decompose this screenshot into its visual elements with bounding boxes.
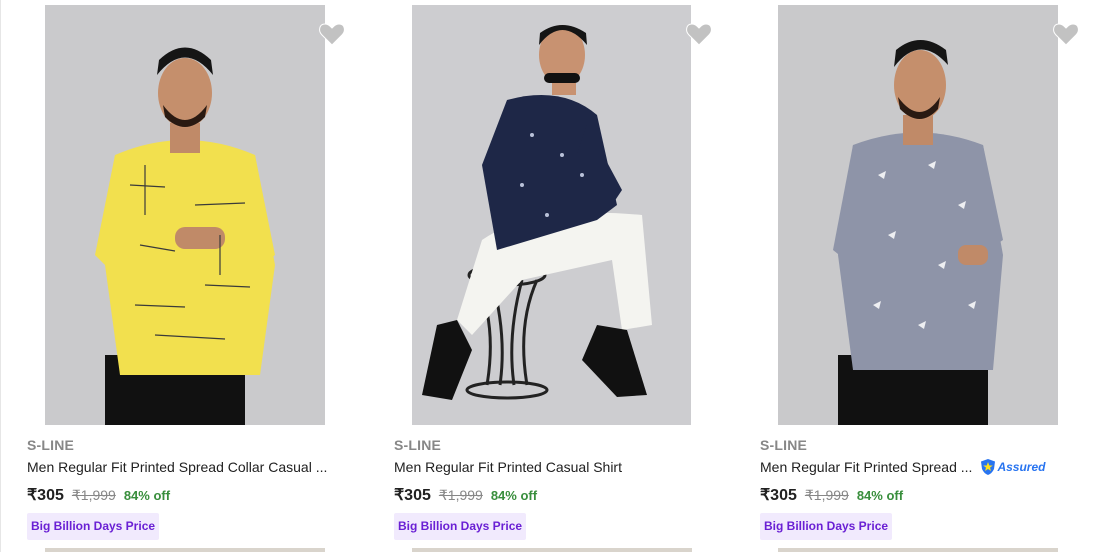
next-row-image-edge — [45, 548, 325, 552]
product-title[interactable]: Men Regular Fit Printed Spread ... — [760, 459, 972, 475]
wishlist-heart-icon[interactable] — [318, 20, 346, 48]
product-image[interactable] — [45, 5, 325, 425]
product-brand: S-LINE — [760, 437, 808, 453]
product-price: ₹305 — [394, 487, 431, 504]
assured-badge: Assured — [980, 458, 1045, 476]
product-title[interactable]: Men Regular Fit Printed Spread Collar Ca… — [27, 459, 327, 475]
assured-label: Assured — [997, 460, 1046, 474]
wishlist-heart-icon[interactable] — [1052, 20, 1080, 48]
next-row-image-edge — [412, 548, 692, 552]
product-price: ₹305 — [760, 487, 797, 504]
deal-badge: Big Billion Days Price — [27, 513, 160, 540]
product-brand: S-LINE — [394, 437, 442, 453]
product-brand: S-LINE — [27, 437, 75, 453]
product-discount: 84% off — [856, 488, 904, 503]
product-mrp: ₹1,999 — [71, 487, 116, 503]
product-title[interactable]: Men Regular Fit Printed Casual Shirt — [394, 459, 622, 475]
product-discount: 84% off — [123, 488, 171, 503]
product-card[interactable]: S-LINE Men Regular Fit Printed Spread Co… — [27, 0, 372, 552]
product-image[interactable] — [412, 5, 691, 425]
product-card[interactable]: S-LINE Men Regular Fit Printed Spread ..… — [760, 0, 1099, 552]
next-row-image-edge — [778, 548, 1058, 552]
product-mrp: ₹1,999 — [804, 487, 849, 503]
product-price: ₹305 — [27, 487, 64, 504]
wishlist-heart-icon[interactable] — [685, 20, 713, 48]
product-mrp: ₹1,999 — [438, 487, 483, 503]
product-discount: 84% off — [490, 488, 538, 503]
assured-shield-icon — [981, 459, 996, 475]
product-card[interactable]: S-LINE Men Regular Fit Printed Casual Sh… — [394, 0, 739, 552]
product-image[interactable] — [778, 5, 1058, 425]
page-left-border — [0, 0, 1, 552]
deal-badge: Big Billion Days Price — [760, 513, 893, 540]
deal-badge: Big Billion Days Price — [394, 513, 527, 540]
